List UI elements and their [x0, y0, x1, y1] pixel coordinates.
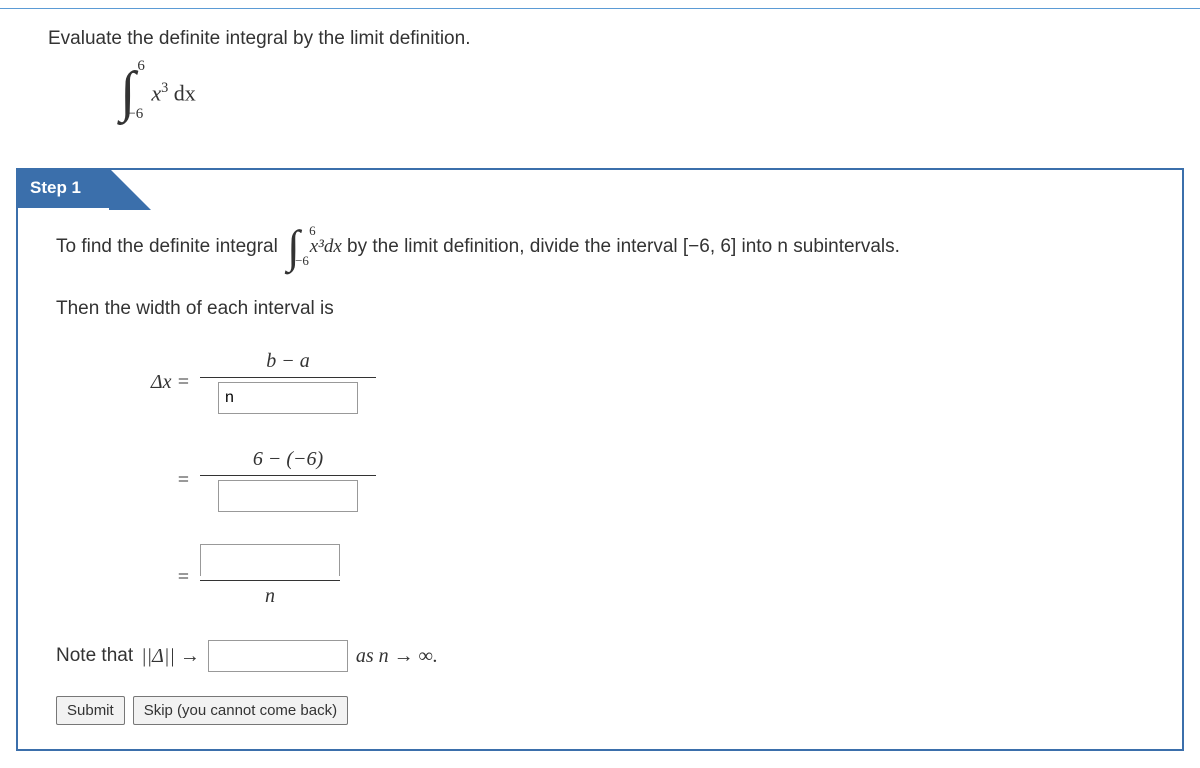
equation-row-2: = 6 − (−6) [134, 446, 1144, 514]
eq3-denominator: n [200, 581, 340, 610]
step-panel: Step 1 To find the definite integral ∫ 6… [16, 168, 1184, 751]
button-row: Submit Skip (you cannot come back) [56, 696, 1144, 725]
eq3-numerator-input[interactable] [200, 544, 340, 576]
eq1-lhs: Δx = [134, 371, 200, 394]
note-line: Note that ||Δ|| → as n → ∞. [56, 640, 1144, 672]
eq1-numerator: b − a [200, 348, 376, 378]
question-block: Evaluate the definite integral by the li… [0, 0, 1200, 128]
step-line-1: To find the definite integral ∫ 6 −6 x³d… [56, 224, 1144, 270]
inline-integral: ∫ 6 −6 [287, 224, 300, 270]
note-blank-input[interactable] [208, 640, 348, 672]
eq2-lhs: = [134, 469, 200, 492]
eq3-lhs: = [134, 566, 200, 589]
submit-button[interactable]: Submit [56, 696, 125, 725]
question-integral: ∫ 6 −6 x3 dx [120, 64, 196, 120]
eq2-numerator: 6 − (−6) [200, 446, 376, 476]
skip-button[interactable]: Skip (you cannot come back) [133, 696, 348, 725]
question-prompt: Evaluate the definite integral by the li… [48, 28, 1152, 50]
eq2-denominator-input[interactable] [218, 480, 358, 512]
equation-row-1: Δx = b − a [134, 348, 1144, 416]
step-line-2: Then the width of each interval is [56, 296, 1144, 322]
step-tab: Step 1 [16, 168, 109, 208]
equation-row-3: = n [134, 544, 1144, 610]
eq1-denominator-input[interactable] [218, 382, 358, 414]
